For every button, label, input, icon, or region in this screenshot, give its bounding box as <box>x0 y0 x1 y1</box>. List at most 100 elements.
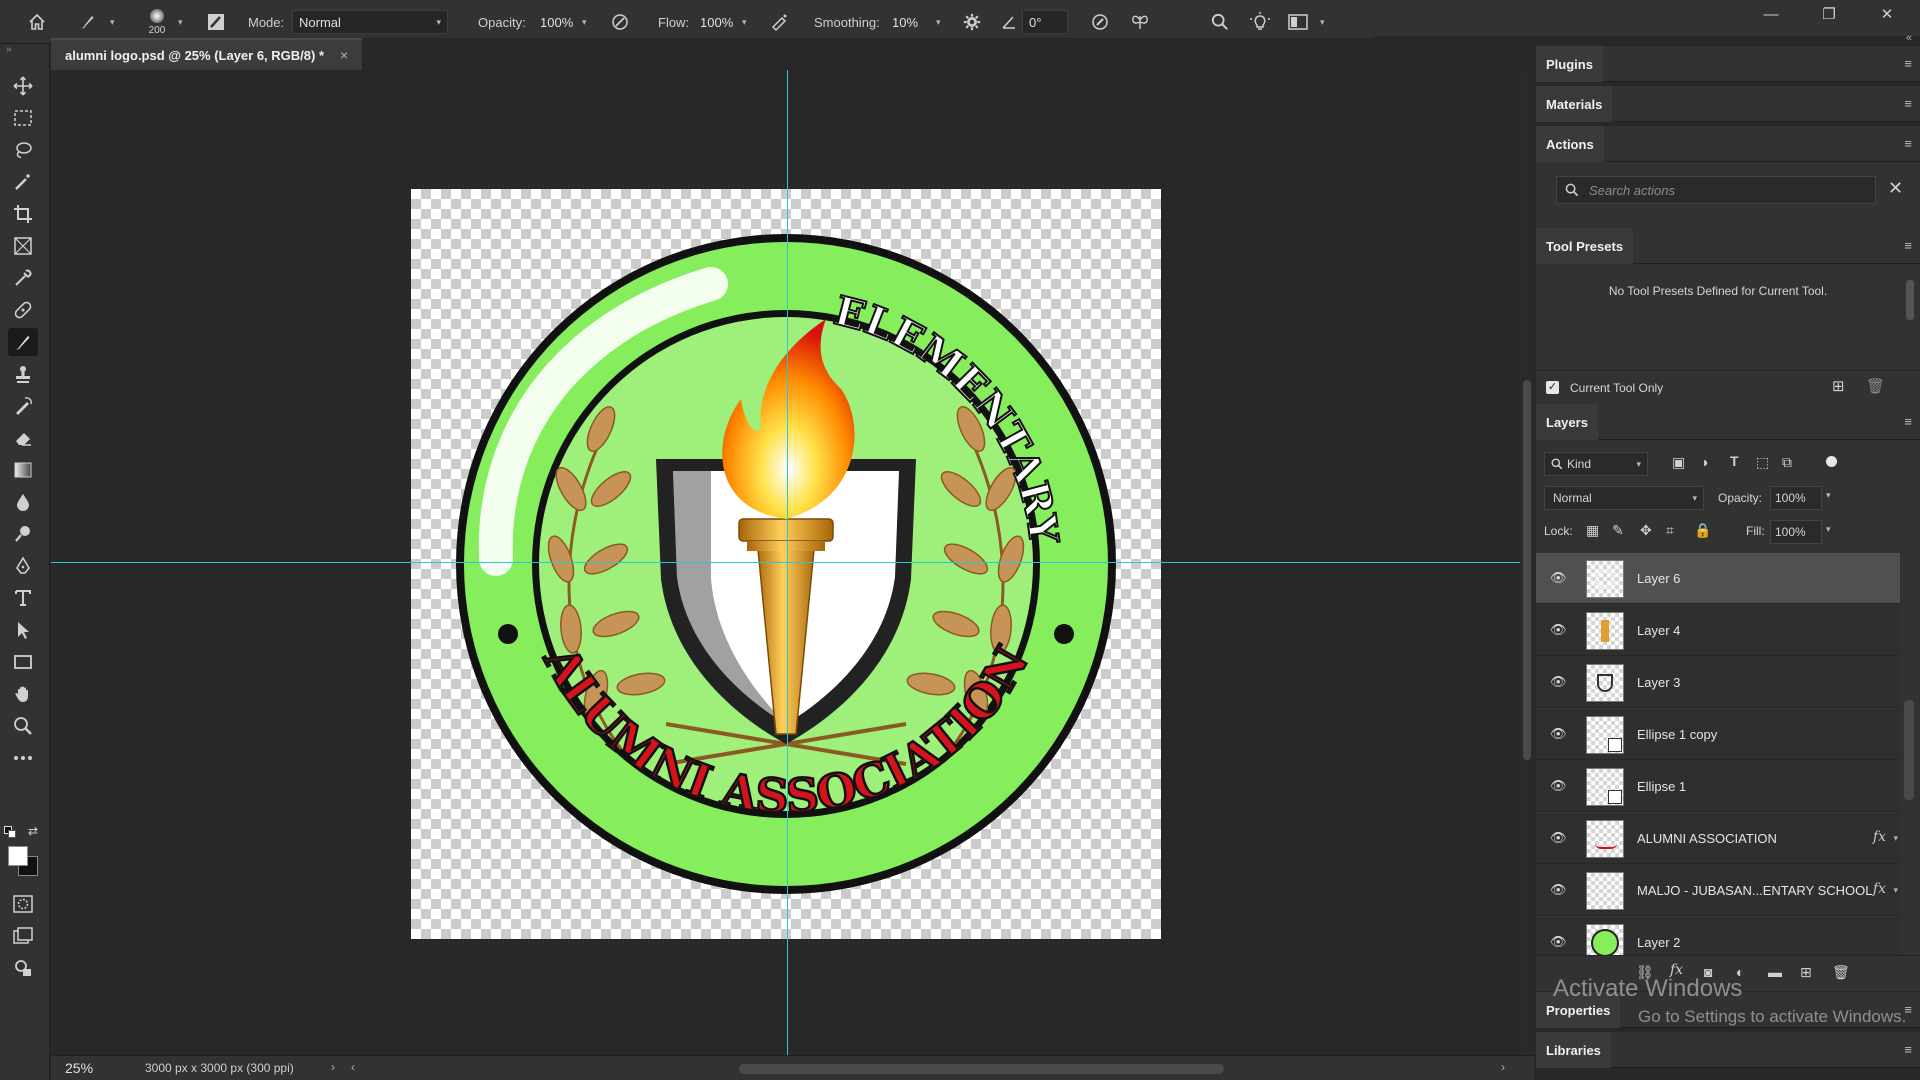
visibility-eye-icon[interactable]: 👁 <box>1550 726 1567 742</box>
scroll-right-icon[interactable]: › <box>1501 1060 1505 1074</box>
eyedropper-tool-icon[interactable] <box>8 264 38 292</box>
marquee-tool-icon[interactable] <box>8 104 38 132</box>
layer-name[interactable]: Layer 4 <box>1637 623 1680 638</box>
quick-mask-icon[interactable] <box>8 890 38 918</box>
path-selection-tool-icon[interactable] <box>8 616 38 644</box>
layer-name[interactable]: Layer 3 <box>1637 675 1680 690</box>
actions-panel-header[interactable]: Actions ≡ <box>1536 126 1920 162</box>
layer-row[interactable]: 👁 MALJO - JUBASAN...ENTARY SCHOOL fx ▾ <box>1536 865 1900 916</box>
magic-wand-tool-icon[interactable] <box>8 168 38 196</box>
close-button[interactable]: ✕ <box>1858 0 1916 28</box>
layer-row[interactable]: 👁 ALUMNI ASSOCIATION fx ▾ <box>1536 813 1900 864</box>
filter-smart-object-icon[interactable]: ⧉ <box>1782 454 1792 471</box>
smoothing-value[interactable]: 10% <box>886 10 926 34</box>
trash-icon[interactable]: 🗑 <box>1832 964 1850 981</box>
zoom-level-field[interactable]: 25% <box>51 1058 111 1078</box>
frame-tool-icon[interactable] <box>8 232 38 260</box>
hand-tool-icon[interactable] <box>8 680 38 708</box>
vertical-scroll-thumb[interactable] <box>1523 380 1531 760</box>
scroll-left-icon[interactable]: ‹ <box>351 1060 355 1074</box>
visibility-eye-icon[interactable]: 👁 <box>1550 622 1567 638</box>
blur-tool-icon[interactable] <box>8 488 38 516</box>
visibility-eye-icon[interactable]: 👁 <box>1550 570 1567 586</box>
fill-chevron-icon[interactable]: ▾ <box>1826 524 1831 535</box>
materials-panel-header[interactable]: Materials ≡ <box>1536 86 1920 122</box>
canvas-area[interactable]: ELEMENTARY SCHOOL ALUMNI ASSOCIATION <box>51 70 1520 1055</box>
layer-name[interactable]: Ellipse 1 copy <box>1637 727 1717 742</box>
tab-plugins[interactable]: Plugins <box>1536 46 1603 82</box>
new-group-icon[interactable]: ▬ <box>1768 964 1782 980</box>
tab-close-icon[interactable]: × <box>340 47 348 63</box>
panel-menu-icon[interactable]: ≡ <box>1904 414 1912 429</box>
filter-pixel-icon[interactable]: ▣ <box>1672 454 1685 471</box>
tab-tool-presets[interactable]: Tool Presets <box>1536 228 1634 264</box>
horizontal-scroll-thumb[interactable] <box>739 1064 1224 1074</box>
layers-panel-header[interactable]: Layers ≡ <box>1536 404 1920 440</box>
brush-tool-icon[interactable] <box>8 328 38 356</box>
lasso-tool-icon[interactable] <box>8 136 38 164</box>
expand-effects-chevron-icon[interactable]: ▾ <box>1893 833 1898 844</box>
panels-collapse-icon[interactable]: « <box>1906 32 1912 44</box>
collapse-chevrons-icon[interactable]: » <box>6 44 12 55</box>
layer-effects-icon[interactable]: fx <box>1873 881 1886 897</box>
type-tool-icon[interactable] <box>8 584 38 612</box>
filter-toggle-icon[interactable] <box>1826 456 1837 467</box>
clone-stamp-tool-icon[interactable] <box>8 360 38 388</box>
flow-value[interactable]: 100% <box>694 10 740 34</box>
tab-materials[interactable]: Materials <box>1536 86 1613 122</box>
screen-mode-icon[interactable] <box>8 922 38 950</box>
document-tab[interactable]: alumni logo.psd @ 25% (Layer 6, RGB/8) *… <box>51 38 363 70</box>
blend-mode-select[interactable]: Normal ▾ <box>1544 486 1704 510</box>
minimize-button[interactable]: — <box>1742 0 1800 28</box>
restore-button[interactable]: ❐ <box>1800 0 1858 28</box>
visibility-eye-icon[interactable]: 👁 <box>1550 934 1567 950</box>
visibility-eye-icon[interactable]: 👁 <box>1550 674 1567 690</box>
filter-adjustment-icon[interactable]: ◑ <box>1700 454 1708 470</box>
more-tools-icon[interactable] <box>8 744 38 772</box>
new-layer-icon[interactable]: ⊞ <box>1800 964 1812 981</box>
lock-artboard-icon[interactable]: ⌗ <box>1666 522 1674 539</box>
lock-transparent-pixels-icon[interactable]: ▦ <box>1586 522 1599 539</box>
fill-input[interactable]: 100% <box>1770 520 1822 544</box>
layer-row[interactable]: 👁 Layer 4 <box>1536 605 1900 656</box>
tool-presets-scrollbar[interactable] <box>1904 268 1916 364</box>
panel-menu-icon[interactable]: ≡ <box>1904 1042 1912 1057</box>
document-canvas[interactable]: ELEMENTARY SCHOOL ALUMNI ASSOCIATION <box>391 151 1161 939</box>
zoom-tool-icon[interactable] <box>8 712 38 740</box>
trash-icon[interactable]: 🗑 <box>1866 377 1885 395</box>
status-chevron-right-icon[interactable]: › <box>331 1060 335 1074</box>
visibility-eye-icon[interactable]: 👁 <box>1550 778 1567 794</box>
horizontal-guide[interactable] <box>51 562 1520 563</box>
foreground-color-swatch[interactable] <box>8 846 28 866</box>
history-brush-tool-icon[interactable] <box>8 392 38 420</box>
layer-name[interactable]: ALUMNI ASSOCIATION <box>1637 831 1777 846</box>
move-tool-icon[interactable] <box>8 72 38 100</box>
layers-scroll-thumb[interactable] <box>1904 700 1914 800</box>
panel-menu-icon[interactable]: ≡ <box>1904 136 1912 151</box>
libraries-panel-header[interactable]: Libraries ≡ <box>1536 1032 1920 1068</box>
layer-row[interactable]: 👁 Ellipse 1 <box>1536 761 1900 812</box>
plugins-panel-header[interactable]: Plugins ≡ <box>1536 46 1920 82</box>
panel-menu-icon[interactable]: ≡ <box>1904 238 1912 253</box>
visibility-eye-icon[interactable]: 👁 <box>1550 882 1567 898</box>
panel-menu-icon[interactable]: ≡ <box>1904 96 1912 111</box>
rectangle-tool-icon[interactable] <box>8 648 38 676</box>
pen-tool-icon[interactable] <box>8 552 38 580</box>
tab-libraries[interactable]: Libraries <box>1536 1032 1611 1068</box>
gradient-tool-icon[interactable] <box>8 456 38 484</box>
clear-search-icon[interactable]: ✕ <box>1888 178 1903 199</box>
document-size-info[interactable]: 3000 px x 3000 px (300 ppi) <box>145 1061 294 1075</box>
healing-brush-tool-icon[interactable] <box>8 296 38 324</box>
layer-effects-icon[interactable]: fx <box>1873 829 1886 845</box>
edit-toolbar-icon[interactable] <box>8 954 38 982</box>
lock-image-pixels-icon[interactable]: ✎ <box>1612 522 1624 539</box>
dodge-tool-icon[interactable] <box>8 520 38 548</box>
filter-type-icon[interactable]: T <box>1730 453 1739 469</box>
expand-effects-chevron-icon[interactable]: ▾ <box>1893 885 1898 896</box>
layer-filter-kind-select[interactable]: Kind ▾ <box>1544 452 1648 476</box>
vertical-scrollbar[interactable] <box>1520 70 1534 1055</box>
eraser-tool-icon[interactable] <box>8 424 38 452</box>
tab-layers[interactable]: Layers <box>1536 404 1598 440</box>
default-colors-icon[interactable] <box>4 826 16 838</box>
angle-value[interactable]: 0° <box>1022 10 1068 34</box>
